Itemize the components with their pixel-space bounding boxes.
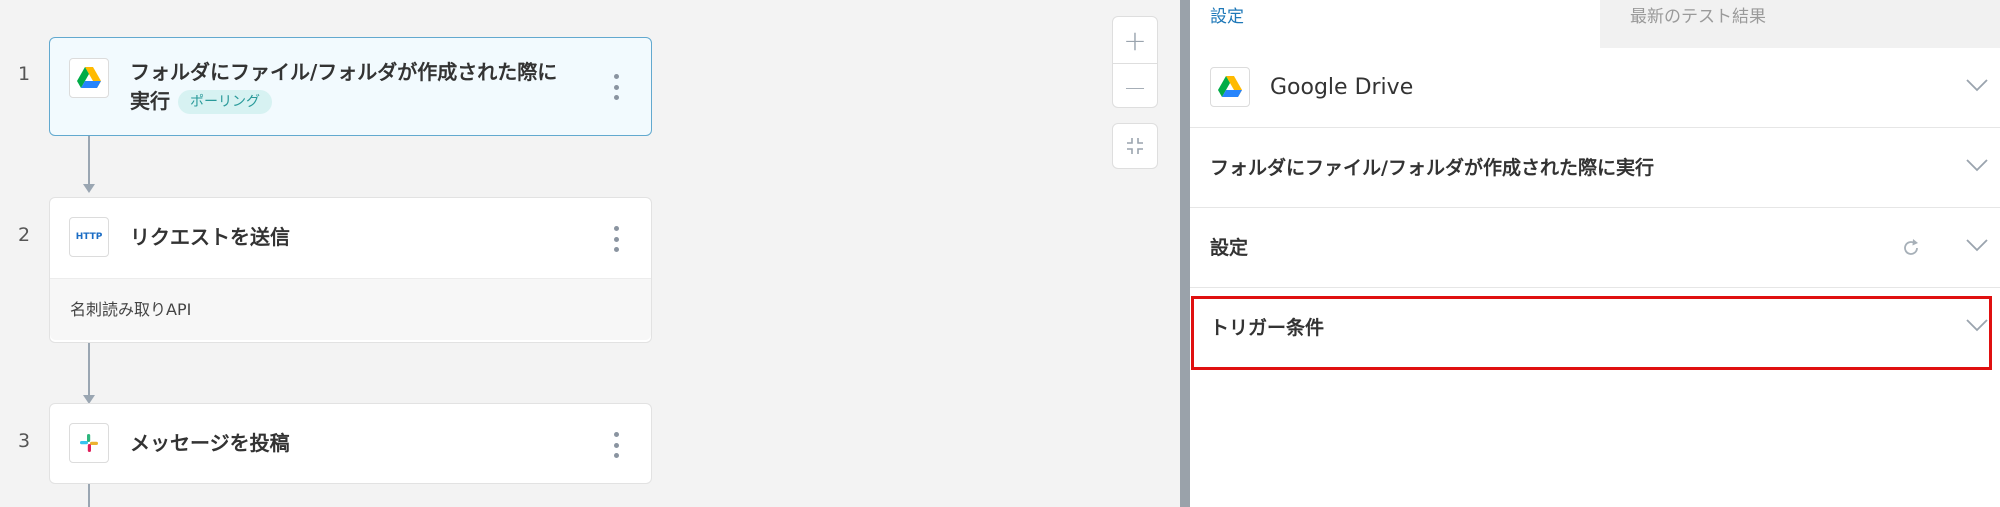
connector-arrow-icon xyxy=(83,184,95,193)
step-title: リクエストを送信 xyxy=(130,225,290,249)
step-title-line1: フォルダにファイル/フォルダが作成された際に xyxy=(130,60,558,84)
google-drive-icon xyxy=(1210,67,1250,107)
zoom-in-button[interactable]: + xyxy=(1113,17,1157,63)
chevron-down-icon[interactable] xyxy=(1966,78,1988,92)
tab-latest-test-results[interactable]: 最新のテスト結果 xyxy=(1600,0,2000,48)
refresh-icon[interactable] xyxy=(1900,237,1922,259)
step-number: 2 xyxy=(17,224,31,246)
step-number: 3 xyxy=(17,430,31,452)
step-title-line2: 実行 xyxy=(130,89,170,113)
trigger-row[interactable]: フォルダにファイル/フォルダが作成された際に実行 xyxy=(1190,128,2000,208)
fit-to-screen-button[interactable] xyxy=(1112,123,1158,169)
settings-row[interactable]: 設定 xyxy=(1190,208,2000,288)
settings-label: 設定 xyxy=(1210,237,1249,259)
trigger-conditions-row[interactable]: トリガー条件 xyxy=(1190,288,2000,368)
zoom-out-button[interactable]: — xyxy=(1113,63,1157,109)
panel-resize-handle[interactable] xyxy=(1180,0,1190,507)
step-title-line2-row: 実行 ポーリング xyxy=(130,87,557,116)
step-menu-kebab-icon[interactable] xyxy=(611,226,621,252)
http-icon-text: HTTP xyxy=(75,232,103,242)
http-icon: HTTP xyxy=(69,217,109,257)
step-description: 名刺読み取りAPI xyxy=(50,278,651,340)
chevron-down-icon[interactable] xyxy=(1966,158,1988,172)
google-drive-icon xyxy=(69,58,109,98)
slack-icon xyxy=(69,423,109,463)
trigger-conditions-label: トリガー条件 xyxy=(1210,317,1325,339)
step-card-slack[interactable]: メッセージを投稿 xyxy=(49,403,652,484)
step-menu-kebab-icon[interactable] xyxy=(611,432,621,458)
connector-line xyxy=(88,136,90,184)
polling-badge: ポーリング xyxy=(178,90,272,114)
step-card-http[interactable]: HTTP リクエストを送信 名刺読み取りAPI xyxy=(49,197,652,343)
workflow-canvas: 1 フォルダにファイル/フォルダが作成された際に 実行 ポーリング 2 HTTP… xyxy=(0,0,1180,507)
step-menu-kebab-icon[interactable] xyxy=(611,74,621,100)
chevron-down-icon[interactable] xyxy=(1966,238,1988,252)
panel-tabs: 設定 最新のテスト結果 xyxy=(1190,0,2000,48)
connector-line xyxy=(88,343,90,395)
settings-panel: 設定 最新のテスト結果 Google Drive フォルダにファイル/フォルダが… xyxy=(1190,0,2000,507)
tab-settings[interactable]: 設定 xyxy=(1190,0,1600,48)
zoom-controls: + — xyxy=(1112,16,1158,108)
collapse-icon xyxy=(1127,138,1143,154)
step-title: フォルダにファイル/フォルダが作成された際に 実行 ポーリング xyxy=(130,58,557,116)
step-title: メッセージを投稿 xyxy=(130,431,290,455)
step-card-trigger[interactable]: フォルダにファイル/フォルダが作成された際に 実行 ポーリング xyxy=(49,37,652,136)
step-number: 1 xyxy=(17,63,31,85)
app-name: Google Drive xyxy=(1270,75,1414,100)
chevron-down-icon[interactable] xyxy=(1966,318,1988,332)
trigger-name: フォルダにファイル/フォルダが作成された際に実行 xyxy=(1210,157,1654,179)
connector-line xyxy=(88,484,90,507)
app-row[interactable]: Google Drive xyxy=(1190,48,2000,128)
